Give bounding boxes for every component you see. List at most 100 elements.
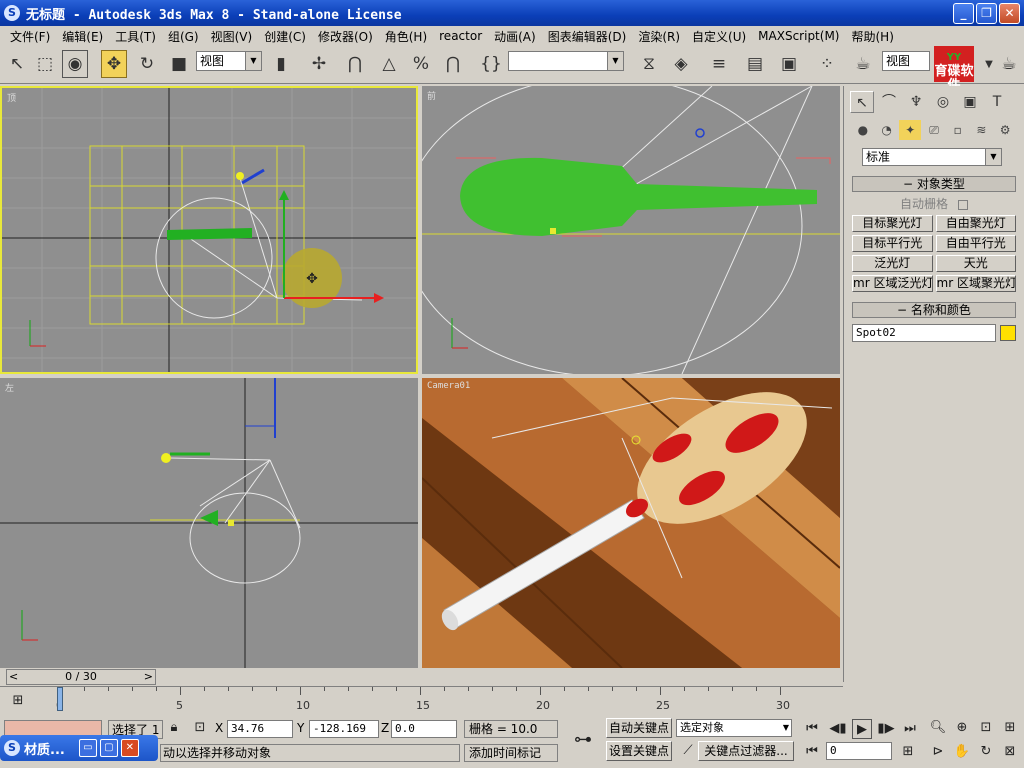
taskbar-close-icon[interactable]: ✕ bbox=[120, 739, 139, 757]
menu-file[interactable]: 文件(F) bbox=[4, 28, 56, 45]
menu-views[interactable]: 视图(V) bbox=[205, 28, 259, 45]
modify-tab-icon[interactable]: ⌒ bbox=[877, 91, 901, 113]
auto-grid-checkbox[interactable]: 自动栅格 bbox=[852, 195, 1016, 212]
x-coordinate-input[interactable]: 34.76 bbox=[227, 720, 293, 738]
add-time-tag[interactable]: 添加时间标记 bbox=[464, 744, 558, 762]
maximize-viewport-icon[interactable]: ⊠ bbox=[1000, 742, 1020, 762]
object-color-swatch[interactable] bbox=[1000, 325, 1016, 341]
previous-frame-icon[interactable]: ◀▮ bbox=[828, 719, 848, 739]
create-tab-icon[interactable]: ↖ bbox=[850, 91, 874, 113]
render-view-select[interactable]: 视图 bbox=[882, 51, 930, 71]
pan-icon[interactable]: ✋ bbox=[952, 742, 972, 762]
percent-snap-icon[interactable]: % bbox=[408, 50, 434, 78]
omni-button[interactable]: 泛光灯 bbox=[852, 255, 933, 272]
key-tangent-icon[interactable]: ⟋ bbox=[678, 741, 698, 761]
viewport-left-label[interactable]: 左 bbox=[5, 381, 14, 394]
reference-coordinate-select[interactable]: 视图 ▼ bbox=[196, 51, 262, 71]
absolute-mode-icon[interactable]: ⊡ bbox=[190, 718, 210, 738]
time-slider[interactable]: < 0 / 30 > bbox=[0, 668, 843, 686]
angle-snap-icon[interactable]: △ bbox=[376, 50, 402, 78]
hierarchy-tab-icon[interactable]: ♆ bbox=[904, 91, 928, 113]
lock-selection-icon[interactable]: 🔒︎ bbox=[164, 718, 184, 738]
menu-edit[interactable]: 编辑(E) bbox=[56, 28, 109, 45]
time-config-icon[interactable]: ⊞ bbox=[898, 742, 918, 762]
zoom-extents-icon[interactable]: ⊡ bbox=[976, 718, 996, 738]
lights-icon[interactable]: ✦ bbox=[899, 120, 922, 140]
auto-key-button[interactable]: 自动关键点 bbox=[606, 718, 672, 738]
skylight-button[interactable]: 天光 bbox=[935, 255, 1016, 272]
menu-character[interactable]: 角色(H) bbox=[379, 28, 433, 45]
key-icon[interactable]: ⊶ bbox=[568, 730, 598, 750]
display-tab-icon[interactable]: ▣ bbox=[958, 91, 982, 113]
viewport-left[interactable]: 左 bbox=[0, 378, 418, 668]
render-scene-icon[interactable]: ☕ bbox=[850, 50, 876, 78]
menu-animation[interactable]: 动画(A) bbox=[488, 28, 542, 45]
viewport-front-label[interactable]: 前 bbox=[427, 89, 436, 102]
free-direct-button[interactable]: 自由平行光 bbox=[935, 235, 1016, 252]
menu-maxscript[interactable]: MAXScript(M) bbox=[752, 29, 845, 43]
viewport-top-label[interactable]: 顶 bbox=[7, 91, 16, 104]
pivot-center-icon[interactable]: ▮ bbox=[268, 50, 294, 78]
cameras-icon[interactable]: ⎚ bbox=[923, 120, 945, 140]
minimize-button[interactable]: _ bbox=[953, 3, 974, 24]
select-rotate-icon[interactable]: ↻ bbox=[134, 50, 160, 78]
zoom-all-icon[interactable]: ⊕ bbox=[952, 718, 972, 738]
object-type-header[interactable]: − 对象类型 bbox=[852, 176, 1016, 192]
target-direct-button[interactable]: 目标平行光 bbox=[852, 235, 933, 252]
close-button[interactable]: ✕ bbox=[999, 3, 1020, 24]
taskbar-minimize-icon[interactable]: ▭ bbox=[78, 739, 97, 757]
time-slider-handle[interactable]: < 0 / 30 > bbox=[6, 669, 156, 685]
next-frame-icon[interactable]: ▮▶ bbox=[876, 719, 896, 739]
menu-create[interactable]: 创建(C) bbox=[258, 28, 312, 45]
motion-tab-icon[interactable]: ◎ bbox=[931, 91, 955, 113]
light-category-select[interactable]: 标准 ▼ bbox=[862, 148, 1002, 166]
schematic-view-icon[interactable]: ▣ bbox=[776, 50, 802, 78]
zoom-extents-all-icon[interactable]: ⊞ bbox=[1000, 718, 1020, 738]
menu-tools[interactable]: 工具(T) bbox=[109, 28, 162, 45]
z-coordinate-input[interactable]: 0.0 bbox=[391, 720, 457, 738]
play-icon[interactable]: ▶ bbox=[852, 719, 872, 739]
y-coordinate-input[interactable]: -128.169 bbox=[309, 720, 379, 738]
shapes-icon[interactable]: ◔ bbox=[876, 120, 898, 140]
target-spot-button[interactable]: 目标聚光灯 bbox=[852, 215, 933, 232]
named-selection-select[interactable]: ▼ bbox=[508, 51, 624, 71]
goto-end-icon[interactable]: ⏭ bbox=[900, 719, 920, 739]
utilities-tab-icon[interactable]: T bbox=[985, 91, 1009, 113]
spinner-snap-icon[interactable]: ⋂ bbox=[440, 50, 466, 78]
geometry-icon[interactable]: ● bbox=[852, 120, 874, 140]
track-bar[interactable]: ⊞ 051015202530 bbox=[0, 686, 843, 714]
spacewarps-icon[interactable]: ≋ bbox=[971, 120, 993, 140]
select-manipulate-icon[interactable]: ✢ bbox=[306, 50, 332, 78]
menu-help[interactable]: 帮助(H) bbox=[845, 28, 899, 45]
menu-rendering[interactable]: 渲染(R) bbox=[632, 28, 686, 45]
menu-modifiers[interactable]: 修改器(O) bbox=[312, 28, 379, 45]
align-icon[interactable]: ◈ bbox=[668, 50, 694, 78]
snap-toggle-icon[interactable]: ⋂ bbox=[342, 50, 368, 78]
menu-customize[interactable]: 自定义(U) bbox=[686, 28, 752, 45]
menu-graph-editors[interactable]: 图表编辑器(D) bbox=[542, 28, 633, 45]
taskbar-restore-icon[interactable]: ▢ bbox=[99, 739, 118, 757]
select-region-icon[interactable]: ⬚ bbox=[32, 50, 58, 78]
helpers-icon[interactable]: ▫ bbox=[947, 120, 969, 140]
select-move-icon[interactable]: ✥ bbox=[101, 50, 127, 78]
viewport-top[interactable]: 顶 ✥ bbox=[0, 86, 418, 374]
mirror-icon[interactable]: ⧖ bbox=[636, 50, 662, 78]
current-frame-input[interactable]: 0 bbox=[826, 742, 892, 760]
key-mode-select[interactable]: 选定对象 ▼ bbox=[676, 719, 792, 737]
key-filters-button[interactable]: 关键点过滤器... bbox=[698, 741, 794, 761]
select-scale-icon[interactable]: ■ bbox=[166, 50, 192, 78]
field-of-view-icon[interactable]: ⊳ bbox=[928, 742, 948, 762]
mr-area-spot-button[interactable]: mr 区域聚光灯 bbox=[935, 275, 1016, 292]
zoom-icon[interactable]: 🔍︎ bbox=[928, 718, 948, 738]
window-crossing-icon[interactable]: ◉ bbox=[62, 50, 88, 78]
curve-editor-mini-icon[interactable]: ⊞ bbox=[8, 691, 28, 711]
key-mode-toggle-icon[interactable]: ⏮ bbox=[802, 742, 822, 762]
viewport-camera[interactable]: Camera01 bbox=[422, 378, 840, 668]
name-color-header[interactable]: − 名称和颜色 bbox=[852, 302, 1016, 318]
edit-named-selection-icon[interactable]: {} bbox=[478, 50, 504, 78]
mr-area-omni-button[interactable]: mr 区域泛光灯 bbox=[852, 275, 933, 292]
taskbar-material-editor[interactable]: S 材质... ▭ ▢ ✕ bbox=[0, 735, 158, 761]
material-editor-icon[interactable]: ⁘ bbox=[814, 50, 840, 78]
select-object-icon[interactable]: ↖ bbox=[4, 50, 30, 78]
restore-button[interactable]: ❐ bbox=[976, 3, 997, 24]
